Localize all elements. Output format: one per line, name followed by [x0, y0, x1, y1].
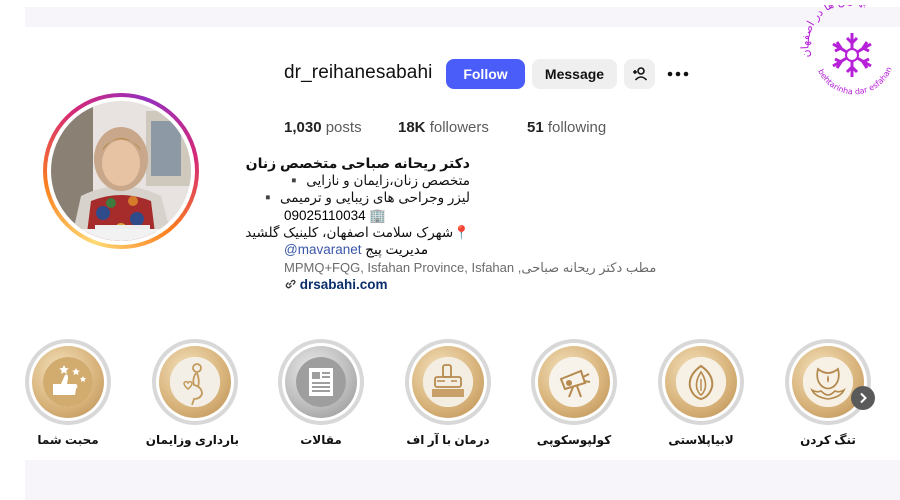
- highlight-label: لابیاپلاستی: [668, 433, 734, 447]
- highlight-item[interactable]: بارداری وزایمان: [145, 339, 239, 447]
- tightening-icon: [803, 357, 853, 407]
- colposcope-icon: [549, 357, 599, 407]
- bio-line-laser: لیزر وجراحی های زیبایی و ترمیمی ▪️: [259, 190, 471, 205]
- website-link[interactable]: drsabahi.com: [300, 277, 388, 292]
- bio-name: دکتر ریحانه صباحی متخصص زنان: [245, 155, 470, 171]
- building-icon: 🏢: [369, 208, 387, 223]
- followers-number: 18K: [398, 119, 426, 136]
- bio-phone: 09025110034 🏢: [284, 207, 386, 224]
- address-text: شهرک سلامت اصفهان، کلینیک گلشید: [245, 225, 454, 240]
- follow-button[interactable]: Follow: [446, 59, 525, 89]
- following-label: following: [547, 119, 607, 136]
- location-link[interactable]: MPMQ+FQG, Isfahan Province, Isfahan مطب …: [284, 259, 656, 276]
- bio-line-specialty: متخصص زنان،زایمان و نازایی ▪️: [285, 173, 470, 188]
- posts-label: posts: [325, 119, 362, 136]
- highlight-item[interactable]: درمان با آر اف: [404, 339, 492, 447]
- highlight-label: مقالات: [300, 433, 342, 447]
- profile-bio: دکتر ریحانه صباحی متخصص زنان متخصص زنان،…: [150, 155, 470, 206]
- highlight-item[interactable]: محبت شما: [24, 339, 112, 447]
- bio-address: 📍شهرک سلامت اصفهان، کلینیک گلشید: [150, 224, 470, 241]
- highlight-item[interactable]: کولپوسکوپی: [530, 339, 618, 447]
- followers-label: followers: [429, 119, 489, 136]
- brand-logo: بهترین ها در اصفهان behtarinha dar esfah…: [798, 0, 900, 96]
- location-clinic-name: مطب دکتر ریحانه صباحی,: [517, 260, 657, 275]
- location-address: MPMQ+FQG, Isfahan Province, Isfahan: [284, 260, 515, 275]
- following-number: 51: [527, 119, 544, 136]
- pin-icon: 📍: [453, 225, 470, 240]
- pregnancy-icon: [170, 357, 220, 407]
- highlight-label: تنگ کردن: [800, 433, 856, 447]
- chevron-right-icon: [860, 392, 867, 404]
- posts-number: 1,030: [284, 119, 322, 136]
- followers-link[interactable]: 18K followers: [398, 119, 489, 136]
- phone-number: 09025110034: [284, 208, 366, 223]
- following-link[interactable]: 51 following: [527, 119, 606, 136]
- posts-count: 1,030 posts: [284, 119, 362, 136]
- manage-prefix: مدیریت پیج: [365, 242, 429, 257]
- message-button[interactable]: Message: [532, 59, 617, 89]
- hand-stars-icon: [43, 357, 93, 407]
- rf-device-icon: [423, 357, 473, 407]
- labiaplasty-icon: [676, 357, 726, 407]
- highlight-label: کولپوسکوپی: [536, 433, 612, 447]
- top-band: [25, 7, 900, 27]
- website-row[interactable]: drsabahi.com: [284, 276, 388, 293]
- highlight-item[interactable]: لابیاپلاستی: [657, 339, 745, 447]
- bottom-band: [25, 460, 900, 500]
- link-icon: [285, 279, 296, 289]
- highlight-label: بارداری وزایمان: [145, 433, 239, 447]
- suggest-user-button[interactable]: [624, 59, 655, 89]
- profile-username: dr_reihanesabahi: [284, 62, 433, 83]
- bio-manage: @mavaranet مدیریت پیج: [284, 241, 428, 258]
- highlight-label: محبت شما: [37, 433, 99, 447]
- more-options-button[interactable]: [664, 59, 692, 89]
- highlight-item[interactable]: مقالات: [277, 339, 365, 447]
- more-dots-icon: [667, 71, 689, 77]
- highlight-label: درمان با آر اف: [406, 433, 490, 447]
- manager-mention-link[interactable]: @mavaranet: [284, 242, 362, 257]
- articles-icon: [296, 357, 346, 407]
- snowflake-logo-icon: بهترین ها در اصفهان behtarinha dar esfah…: [798, 0, 893, 96]
- add-person-icon: [632, 67, 647, 81]
- highlights-next-button[interactable]: [851, 386, 875, 410]
